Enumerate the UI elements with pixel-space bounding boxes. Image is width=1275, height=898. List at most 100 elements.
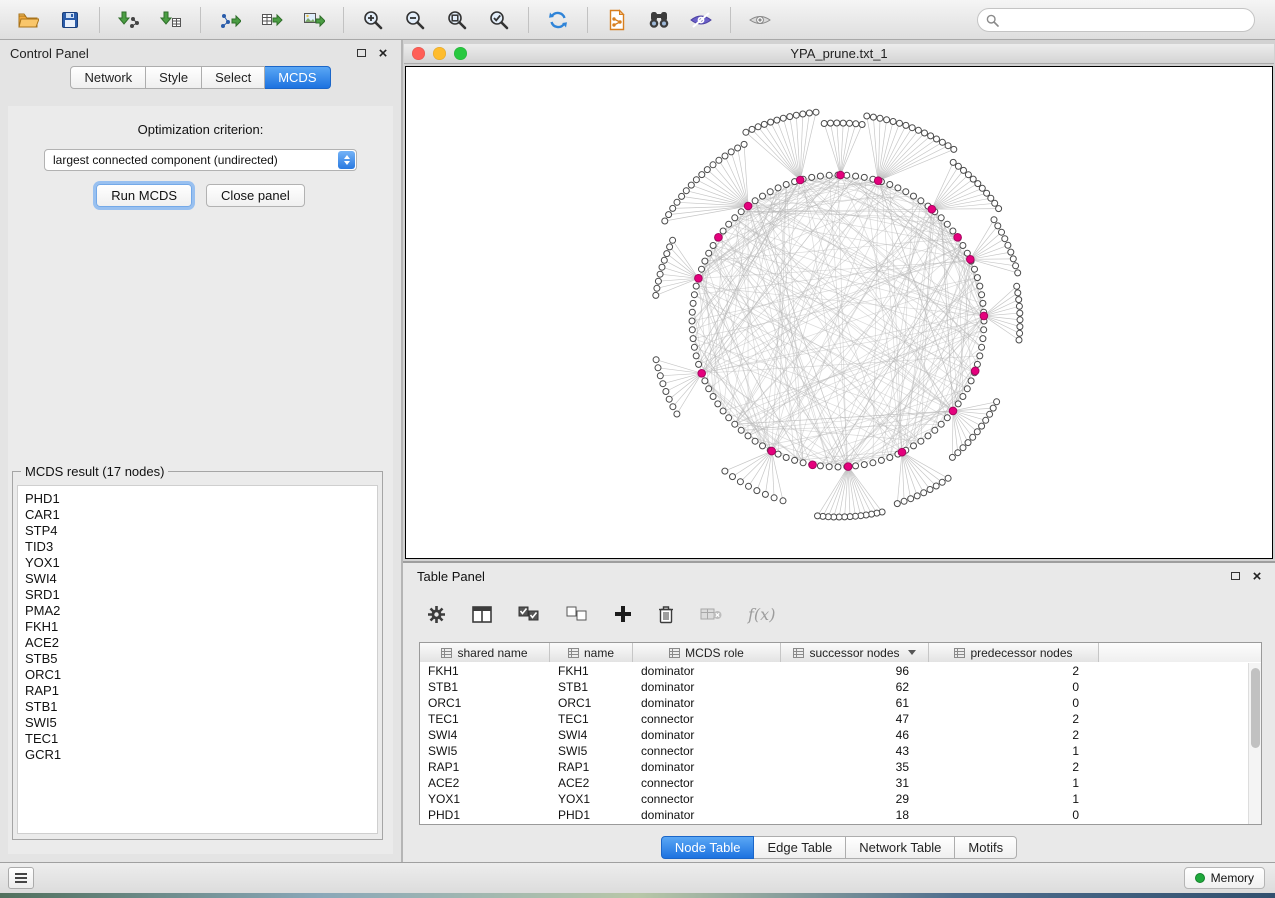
- network-node[interactable]: [800, 460, 806, 466]
- network-node[interactable]: [987, 411, 993, 417]
- network-node[interactable]: [979, 344, 985, 350]
- network-node[interactable]: [683, 188, 689, 194]
- network-node[interactable]: [666, 396, 672, 402]
- network-node[interactable]: [901, 498, 907, 504]
- table-row[interactable]: STB1STB1dominator620: [420, 679, 1248, 695]
- network-node[interactable]: [895, 185, 901, 191]
- network-node[interactable]: [738, 427, 744, 433]
- network-node[interactable]: [691, 344, 697, 350]
- network-node[interactable]: [704, 167, 710, 173]
- zoom-fit-button[interactable]: [439, 5, 475, 35]
- network-node[interactable]: [674, 199, 680, 205]
- network-node[interactable]: [774, 117, 780, 123]
- network-node[interactable]: [666, 212, 672, 218]
- network-node[interactable]: [768, 119, 774, 125]
- network-node[interactable]: [1015, 290, 1021, 296]
- network-node[interactable]: [933, 483, 939, 489]
- network-node[interactable]: [955, 401, 961, 407]
- network-node[interactable]: [653, 292, 659, 298]
- network-node[interactable]: [984, 190, 990, 196]
- dominator-node[interactable]: [715, 234, 723, 242]
- network-node[interactable]: [990, 405, 996, 411]
- search-box[interactable]: [977, 8, 1255, 32]
- import-network-button[interactable]: [111, 5, 147, 35]
- network-node[interactable]: [760, 193, 766, 199]
- column-header-MCDS-role[interactable]: MCDS role: [633, 643, 781, 662]
- network-node[interactable]: [861, 174, 867, 180]
- network-node[interactable]: [903, 189, 909, 195]
- network-node[interactable]: [950, 228, 956, 234]
- function-builder-button[interactable]: f(x): [748, 605, 775, 624]
- network-node[interactable]: [662, 218, 668, 224]
- table-row[interactable]: ACE2ACE2connector311: [420, 775, 1248, 791]
- dominator-node[interactable]: [954, 234, 962, 242]
- network-node[interactable]: [674, 411, 680, 417]
- share-document-button[interactable]: [599, 5, 635, 35]
- zoom-in-button[interactable]: [355, 5, 391, 35]
- network-node[interactable]: [938, 215, 944, 221]
- network-node[interactable]: [1014, 283, 1020, 289]
- network-node[interactable]: [994, 399, 1000, 405]
- network-node[interactable]: [690, 300, 696, 306]
- network-node[interactable]: [939, 139, 945, 145]
- mcds-result-item[interactable]: SWI4: [25, 571, 370, 587]
- network-node[interactable]: [861, 462, 867, 468]
- network-node[interactable]: [762, 491, 768, 497]
- search-input[interactable]: [1004, 11, 1254, 29]
- scrollbar-thumb[interactable]: [1251, 668, 1260, 748]
- network-node[interactable]: [728, 149, 734, 155]
- network-node[interactable]: [826, 464, 832, 470]
- tab-motifs[interactable]: Motifs: [955, 836, 1017, 859]
- network-node[interactable]: [945, 143, 951, 149]
- network-node[interactable]: [955, 163, 961, 169]
- network-node[interactable]: [979, 292, 985, 298]
- network-node[interactable]: [914, 493, 920, 499]
- network-node[interactable]: [1013, 263, 1019, 269]
- mcds-result-item[interactable]: SWI5: [25, 715, 370, 731]
- network-node[interactable]: [1017, 330, 1023, 336]
- network-node[interactable]: [752, 438, 758, 444]
- tab-style[interactable]: Style: [146, 66, 202, 89]
- table-settings-button[interactable]: [427, 605, 446, 624]
- select-all-button[interactable]: [518, 606, 540, 622]
- dominator-node[interactable]: [744, 202, 752, 210]
- network-node[interactable]: [689, 327, 695, 333]
- float-panel-button[interactable]: [353, 45, 369, 61]
- memory-button[interactable]: Memory: [1184, 867, 1265, 889]
- network-node[interactable]: [783, 182, 789, 188]
- network-node[interactable]: [955, 450, 961, 456]
- dominator-node[interactable]: [874, 177, 882, 185]
- network-node[interactable]: [691, 292, 697, 298]
- mcds-result-item[interactable]: RAP1: [25, 683, 370, 699]
- criterion-dropdown[interactable]: largest connected component (undirected): [44, 149, 357, 171]
- delete-table-button[interactable]: [700, 607, 722, 621]
- column-header-predecessor-nodes[interactable]: predecessor nodes: [929, 643, 1099, 662]
- network-node[interactable]: [664, 251, 670, 257]
- network-node[interactable]: [809, 174, 815, 180]
- network-node[interactable]: [732, 215, 738, 221]
- network-node[interactable]: [754, 488, 760, 494]
- mcds-result-item[interactable]: STB5: [25, 651, 370, 667]
- network-node[interactable]: [741, 141, 747, 147]
- open-file-button[interactable]: [10, 5, 46, 35]
- network-node[interactable]: [864, 113, 870, 119]
- network-node[interactable]: [749, 126, 755, 132]
- float-table-panel-button[interactable]: [1227, 568, 1243, 584]
- network-node[interactable]: [657, 373, 663, 379]
- network-node[interactable]: [853, 121, 859, 127]
- network-node[interactable]: [752, 198, 758, 204]
- network-node[interactable]: [925, 433, 931, 439]
- mcds-result-item[interactable]: FKH1: [25, 619, 370, 635]
- tab-edge-table[interactable]: Edge Table: [754, 836, 846, 859]
- export-image-button[interactable]: [296, 5, 332, 35]
- network-node[interactable]: [792, 457, 798, 463]
- network-node[interactable]: [1015, 270, 1021, 276]
- network-node[interactable]: [1016, 297, 1022, 303]
- mcds-result-item[interactable]: CAR1: [25, 507, 370, 523]
- network-node[interactable]: [870, 460, 876, 466]
- dominator-node[interactable]: [698, 370, 706, 378]
- dominator-node[interactable]: [928, 205, 936, 213]
- network-node[interactable]: [735, 145, 741, 151]
- network-node[interactable]: [828, 120, 834, 126]
- dominator-node[interactable]: [844, 463, 852, 471]
